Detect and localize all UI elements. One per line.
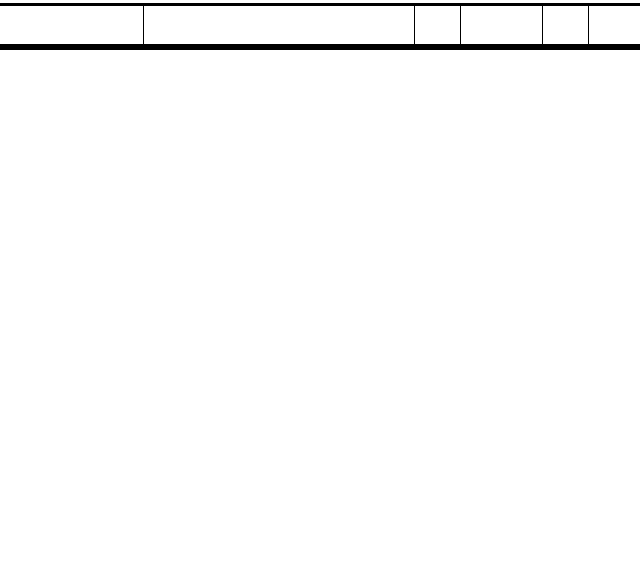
header-row <box>0 6 640 44</box>
network-architecture-table <box>0 0 640 50</box>
column-header-t <box>413 6 460 44</box>
table-header <box>0 6 640 44</box>
column-header-n <box>541 6 588 44</box>
table-bottom-rule <box>0 47 640 50</box>
column-header-s <box>587 6 640 44</box>
column-header-input-size <box>0 6 143 44</box>
figure-page <box>0 0 640 581</box>
spec-table <box>0 6 640 44</box>
column-header-operator <box>142 6 414 44</box>
column-header-c <box>459 6 542 44</box>
